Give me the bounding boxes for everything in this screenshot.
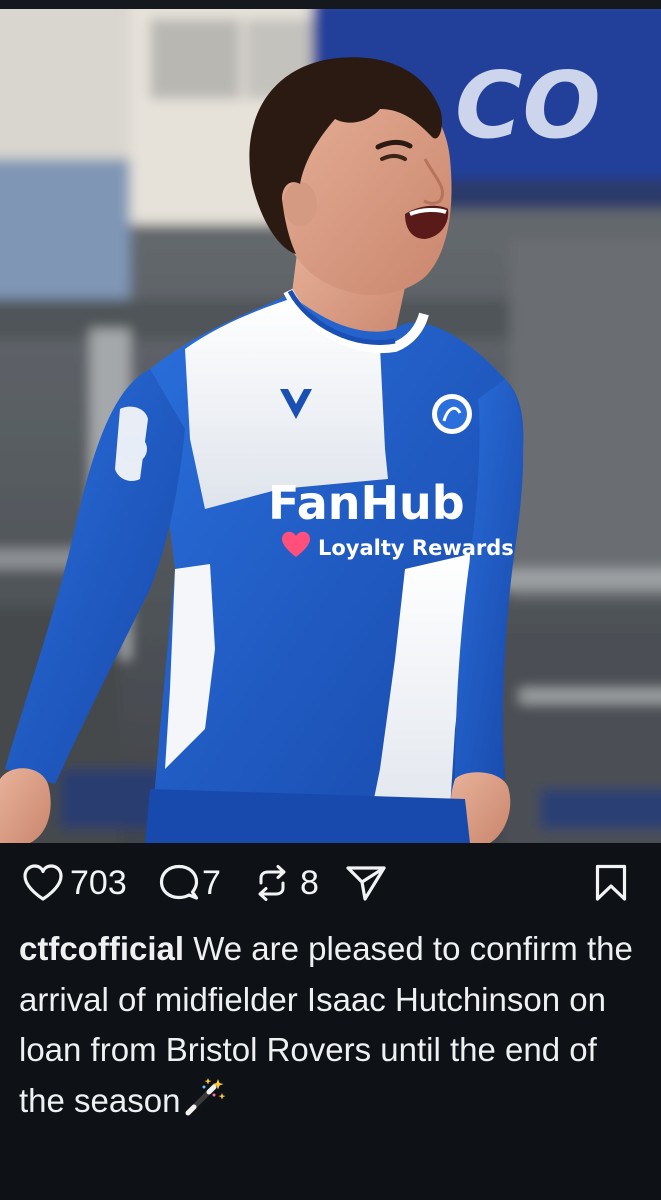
caption-username[interactable]: ctfcofficial: [19, 930, 184, 967]
post-photo[interactable]: CO FanHub Loyalty Rewards: [0, 9, 661, 843]
like-button[interactable]: 703: [22, 863, 127, 903]
repost-count: 8: [300, 864, 319, 902]
heart-icon: [22, 863, 64, 903]
sponsor-brand: FanHub: [268, 476, 465, 530]
like-count: 703: [70, 864, 127, 902]
share-button[interactable]: [345, 863, 387, 903]
svg-text:CO: CO: [455, 52, 601, 159]
post-actions: 703 7 8: [0, 843, 661, 927]
post-screen: CO FanHub Loyalty Rewards 703 7 8 ctfcof…: [0, 0, 661, 1200]
bookmark-icon: [594, 863, 628, 903]
repost-button[interactable]: 8: [254, 863, 319, 903]
save-button[interactable]: [594, 863, 628, 903]
repost-icon: [254, 863, 290, 903]
sponsor-tagline: Loyalty Rewards: [318, 536, 514, 560]
status-strip: [0, 0, 661, 9]
post-caption: ctfcofficial We are pleased to confirm t…: [19, 924, 634, 1130]
comment-bubble-icon: [158, 863, 200, 903]
comment-count: 7: [202, 864, 221, 902]
comment-button[interactable]: 7: [158, 863, 221, 903]
send-icon: [345, 863, 387, 903]
magic-wand-emoji: [184, 1076, 226, 1131]
